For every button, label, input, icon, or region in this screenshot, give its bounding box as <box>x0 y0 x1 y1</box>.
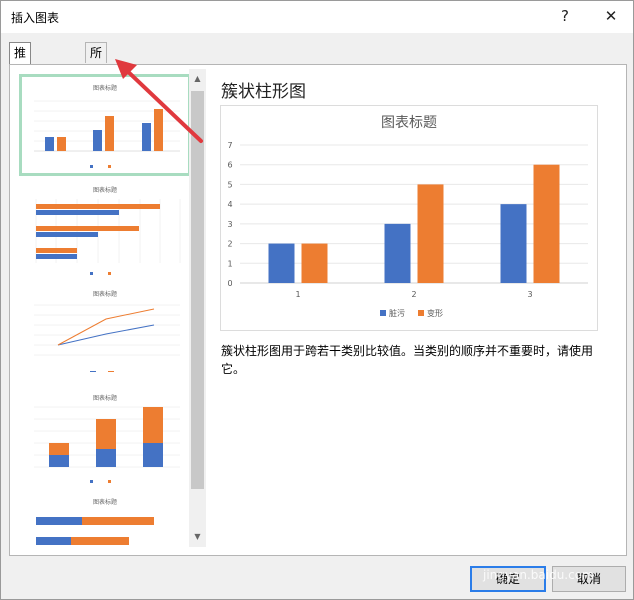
y-tick-label: 0 <box>227 279 232 288</box>
bar-series1-cat1 <box>268 243 295 283</box>
thumbnail-title: 图表标题 <box>93 186 117 194</box>
bar-series2-cat3 <box>533 164 560 283</box>
y-tick-label: 3 <box>227 220 232 229</box>
thumbnail-clustered-bar[interactable]: 图表标题 <box>22 183 188 279</box>
thumbnail-stacked-bar[interactable]: 图表标题 <box>22 495 188 547</box>
legend-swatch <box>418 310 424 316</box>
y-tick-label: 5 <box>227 180 232 189</box>
x-tick-label: 1 <box>295 290 300 299</box>
y-tick-label: 1 <box>227 259 232 268</box>
thumbnail-title: 图表标题 <box>93 290 117 298</box>
y-tick-label: 2 <box>227 240 232 249</box>
y-tick-label: 6 <box>227 161 232 170</box>
chart-type-heading: 簇状柱形图 <box>221 82 306 102</box>
thumbnail-title: 图表标题 <box>93 498 117 506</box>
y-tick-label: 4 <box>227 200 232 209</box>
title-bar: 插入图表 ? ✕ <box>1 1 633 33</box>
bar-series1-cat3 <box>500 204 527 283</box>
thumbnail-stacked-column-graphic: 图表标题 <box>34 394 180 483</box>
thumbnail-line-graphic: 图表标题 <box>34 290 180 372</box>
tab-recommended-charts[interactable]: 推荐的图表 <box>9 42 32 140</box>
scroll-down-arrow-icon[interactable]: ▼ <box>189 529 206 545</box>
dialog-title: 插入图表 <box>11 11 60 25</box>
thumbnail-line[interactable]: 图表标题 <box>22 287 188 383</box>
preview-chart: 图表标题 0 1 2 3 4 5 6 7 1 2 3 脏污 变形 <box>220 105 598 331</box>
x-tick-label: 2 <box>411 290 416 299</box>
y-tick-label: 7 <box>227 141 232 150</box>
chart-description: 簇状柱形图用于跨若干类别比较值。当类别的顺序并不重要时，请使用它。 <box>221 344 594 376</box>
thumbnail-title: 图表标题 <box>93 394 117 402</box>
bar-series1-cat2 <box>384 223 411 283</box>
close-button[interactable]: ✕ <box>597 3 625 29</box>
legend-label: 脏污 <box>389 308 405 318</box>
watermark-text: jingyan.baidu.com <box>483 568 594 582</box>
bar-series2-cat2 <box>417 184 444 283</box>
bar-series2-cat1 <box>301 243 328 283</box>
thumbnail-stacked-bar-graphic: 图表标题 <box>36 498 154 545</box>
preview-chart-title: 图表标题 <box>381 115 437 131</box>
x-tick-label: 3 <box>527 290 532 299</box>
red-arrow-annotation <box>115 59 203 143</box>
legend-swatch <box>380 310 386 316</box>
insert-chart-dialog: 插入图表 ? ✕ 推荐的图表 所有图表 图表标题 <box>0 0 634 600</box>
help-button[interactable]: ? <box>551 3 579 29</box>
thumbnail-stacked-column[interactable]: 图表标题 <box>22 391 188 487</box>
legend-label: 变形 <box>427 308 443 318</box>
thumbnail-clustered-bar-graphic: 图表标题 <box>35 186 181 275</box>
